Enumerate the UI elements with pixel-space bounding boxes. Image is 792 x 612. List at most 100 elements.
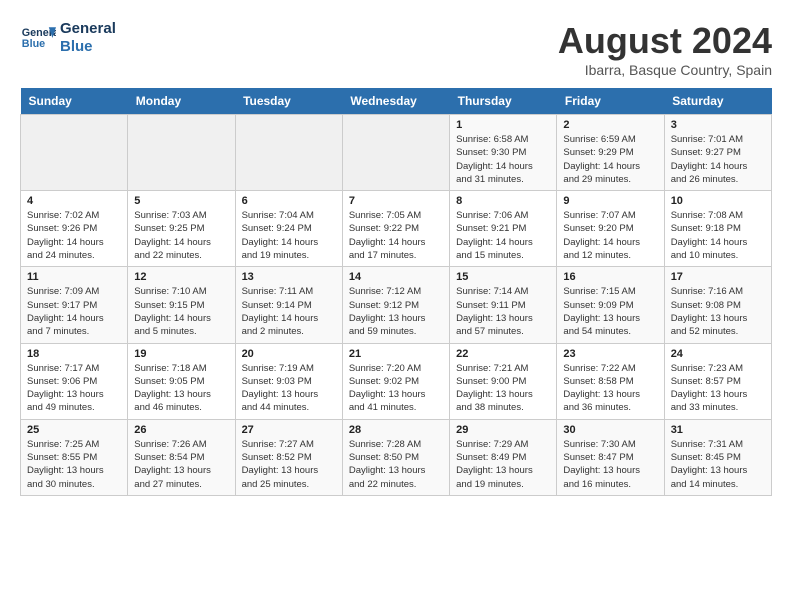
day-number: 16 bbox=[563, 271, 657, 283]
calendar-cell: 3 Sunrise: 7:01 AM Sunset: 9:27 PM Daylig… bbox=[664, 115, 771, 191]
calendar-cell: 26 Sunrise: 7:26 AM Sunset: 8:54 PM Dayli… bbox=[128, 419, 235, 495]
calendar-cell: 23Sunrise: 7:22 AM Sunset: 8:58 PM Dayli… bbox=[557, 343, 664, 419]
weekday-header: Tuesday bbox=[235, 88, 342, 115]
weekday-header: Sunday bbox=[21, 88, 128, 115]
weekday-header: Saturday bbox=[664, 88, 771, 115]
calendar-cell bbox=[21, 115, 128, 191]
logo: General Blue General Blue bbox=[20, 20, 116, 56]
day-number: 1 bbox=[456, 119, 550, 131]
day-info: Sunrise: 7:05 AM Sunset: 9:22 PM Dayligh… bbox=[349, 209, 443, 262]
day-number: 13 bbox=[242, 271, 336, 283]
calendar-week-row: 1 Sunrise: 6:58 AM Sunset: 9:30 PM Daylig… bbox=[21, 115, 772, 191]
calendar-cell: 31Sunrise: 7:31 AM Sunset: 8:45 PM Dayli… bbox=[664, 419, 771, 495]
day-info: Sunrise: 7:20 AM Sunset: 9:02 PM Dayligh… bbox=[349, 362, 443, 415]
day-number: 15 bbox=[456, 271, 550, 283]
logo-icon: General Blue bbox=[20, 20, 56, 56]
day-info: Sunrise: 6:59 AM Sunset: 9:29 PM Dayligh… bbox=[563, 133, 657, 186]
day-number: 25 bbox=[27, 424, 121, 436]
day-info: Sunrise: 7:27 AM Sunset: 8:52 PM Dayligh… bbox=[242, 438, 336, 491]
day-info: Sunrise: 7:01 AM Sunset: 9:27 PM Dayligh… bbox=[671, 133, 765, 186]
day-number: 14 bbox=[349, 271, 443, 283]
day-number: 11 bbox=[27, 271, 121, 283]
calendar-body: 1 Sunrise: 6:58 AM Sunset: 9:30 PM Daylig… bbox=[21, 115, 772, 496]
day-info: Sunrise: 7:28 AM Sunset: 8:50 PM Dayligh… bbox=[349, 438, 443, 491]
calendar-cell: 30Sunrise: 7:30 AM Sunset: 8:47 PM Dayli… bbox=[557, 419, 664, 495]
day-info: Sunrise: 7:04 AM Sunset: 9:24 PM Dayligh… bbox=[242, 209, 336, 262]
day-info: Sunrise: 7:03 AM Sunset: 9:25 PM Dayligh… bbox=[134, 209, 228, 262]
calendar-cell: 10Sunrise: 7:08 AM Sunset: 9:18 PM Dayli… bbox=[664, 191, 771, 267]
calendar-cell: 15Sunrise: 7:14 AM Sunset: 9:11 PM Dayli… bbox=[450, 267, 557, 343]
day-info: Sunrise: 7:21 AM Sunset: 9:00 PM Dayligh… bbox=[456, 362, 550, 415]
day-number: 28 bbox=[349, 424, 443, 436]
day-number: 21 bbox=[349, 348, 443, 360]
calendar-cell: 6 Sunrise: 7:04 AM Sunset: 9:24 PM Daylig… bbox=[235, 191, 342, 267]
calendar-cell: 28 Sunrise: 7:28 AM Sunset: 8:50 PM Dayli… bbox=[342, 419, 449, 495]
day-info: Sunrise: 7:16 AM Sunset: 9:08 PM Dayligh… bbox=[671, 285, 765, 338]
day-number: 17 bbox=[671, 271, 765, 283]
calendar-cell: 9 Sunrise: 7:07 AM Sunset: 9:20 PM Daylig… bbox=[557, 191, 664, 267]
main-title: August 2024 bbox=[558, 20, 772, 62]
weekday-header: Wednesday bbox=[342, 88, 449, 115]
day-info: Sunrise: 7:11 AM Sunset: 9:14 PM Dayligh… bbox=[242, 285, 336, 338]
calendar-cell: 8Sunrise: 7:06 AM Sunset: 9:21 PM Daylig… bbox=[450, 191, 557, 267]
calendar-cell: 11 Sunrise: 7:09 AM Sunset: 9:17 PM Dayli… bbox=[21, 267, 128, 343]
calendar-cell: 24 Sunrise: 7:23 AM Sunset: 8:57 PM Dayli… bbox=[664, 343, 771, 419]
day-info: Sunrise: 7:23 AM Sunset: 8:57 PM Dayligh… bbox=[671, 362, 765, 415]
calendar-cell: 29Sunrise: 7:29 AM Sunset: 8:49 PM Dayli… bbox=[450, 419, 557, 495]
calendar-cell: 1 Sunrise: 6:58 AM Sunset: 9:30 PM Daylig… bbox=[450, 115, 557, 191]
day-info: Sunrise: 7:06 AM Sunset: 9:21 PM Dayligh… bbox=[456, 209, 550, 262]
day-number: 6 bbox=[242, 195, 336, 207]
calendar-cell: 13 Sunrise: 7:11 AM Sunset: 9:14 PM Dayli… bbox=[235, 267, 342, 343]
day-info: Sunrise: 7:26 AM Sunset: 8:54 PM Dayligh… bbox=[134, 438, 228, 491]
page-header: General Blue General Blue August 2024 Ib… bbox=[20, 20, 772, 78]
calendar-cell: 17 Sunrise: 7:16 AM Sunset: 9:08 PM Dayli… bbox=[664, 267, 771, 343]
day-info: Sunrise: 6:58 AM Sunset: 9:30 PM Dayligh… bbox=[456, 133, 550, 186]
calendar-cell bbox=[235, 115, 342, 191]
day-number: 5 bbox=[134, 195, 228, 207]
day-number: 24 bbox=[671, 348, 765, 360]
calendar-cell: 22 Sunrise: 7:21 AM Sunset: 9:00 PM Dayli… bbox=[450, 343, 557, 419]
day-number: 3 bbox=[671, 119, 765, 131]
calendar-cell: 2 Sunrise: 6:59 AM Sunset: 9:29 PM Daylig… bbox=[557, 115, 664, 191]
day-info: Sunrise: 7:17 AM Sunset: 9:06 PM Dayligh… bbox=[27, 362, 121, 415]
day-number: 4 bbox=[27, 195, 121, 207]
calendar-cell: 7 Sunrise: 7:05 AM Sunset: 9:22 PM Daylig… bbox=[342, 191, 449, 267]
day-info: Sunrise: 7:18 AM Sunset: 9:05 PM Dayligh… bbox=[134, 362, 228, 415]
calendar-week-row: 11 Sunrise: 7:09 AM Sunset: 9:17 PM Dayli… bbox=[21, 267, 772, 343]
day-info: Sunrise: 7:12 AM Sunset: 9:12 PM Dayligh… bbox=[349, 285, 443, 338]
day-number: 22 bbox=[456, 348, 550, 360]
day-info: Sunrise: 7:29 AM Sunset: 8:49 PM Dayligh… bbox=[456, 438, 550, 491]
logo-line1: General bbox=[60, 20, 116, 38]
day-info: Sunrise: 7:19 AM Sunset: 9:03 PM Dayligh… bbox=[242, 362, 336, 415]
day-info: Sunrise: 7:10 AM Sunset: 9:15 PM Dayligh… bbox=[134, 285, 228, 338]
subtitle: Ibarra, Basque Country, Spain bbox=[558, 62, 772, 78]
calendar-cell: 25Sunrise: 7:25 AM Sunset: 8:55 PM Dayli… bbox=[21, 419, 128, 495]
day-number: 20 bbox=[242, 348, 336, 360]
svg-text:Blue: Blue bbox=[22, 38, 45, 50]
day-info: Sunrise: 7:07 AM Sunset: 9:20 PM Dayligh… bbox=[563, 209, 657, 262]
weekday-row: SundayMondayTuesdayWednesdayThursdayFrid… bbox=[21, 88, 772, 115]
calendar-week-row: 25Sunrise: 7:25 AM Sunset: 8:55 PM Dayli… bbox=[21, 419, 772, 495]
day-number: 7 bbox=[349, 195, 443, 207]
calendar-cell: 21 Sunrise: 7:20 AM Sunset: 9:02 PM Dayli… bbox=[342, 343, 449, 419]
day-number: 27 bbox=[242, 424, 336, 436]
calendar-cell: 27 Sunrise: 7:27 AM Sunset: 8:52 PM Dayli… bbox=[235, 419, 342, 495]
calendar-cell: 16Sunrise: 7:15 AM Sunset: 9:09 PM Dayli… bbox=[557, 267, 664, 343]
day-info: Sunrise: 7:09 AM Sunset: 9:17 PM Dayligh… bbox=[27, 285, 121, 338]
day-info: Sunrise: 7:02 AM Sunset: 9:26 PM Dayligh… bbox=[27, 209, 121, 262]
day-number: 2 bbox=[563, 119, 657, 131]
weekday-header: Friday bbox=[557, 88, 664, 115]
calendar-cell: 20 Sunrise: 7:19 AM Sunset: 9:03 PM Dayli… bbox=[235, 343, 342, 419]
day-number: 19 bbox=[134, 348, 228, 360]
day-info: Sunrise: 7:22 AM Sunset: 8:58 PM Dayligh… bbox=[563, 362, 657, 415]
calendar-cell: 19 Sunrise: 7:18 AM Sunset: 9:05 PM Dayli… bbox=[128, 343, 235, 419]
day-number: 9 bbox=[563, 195, 657, 207]
calendar-week-row: 4 Sunrise: 7:02 AM Sunset: 9:26 PM Daylig… bbox=[21, 191, 772, 267]
logo-line2: Blue bbox=[60, 38, 116, 56]
calendar-table: SundayMondayTuesdayWednesdayThursdayFrid… bbox=[20, 88, 772, 496]
day-number: 18 bbox=[27, 348, 121, 360]
day-number: 26 bbox=[134, 424, 228, 436]
calendar-cell: 5 Sunrise: 7:03 AM Sunset: 9:25 PM Daylig… bbox=[128, 191, 235, 267]
calendar-cell bbox=[342, 115, 449, 191]
weekday-header: Thursday bbox=[450, 88, 557, 115]
